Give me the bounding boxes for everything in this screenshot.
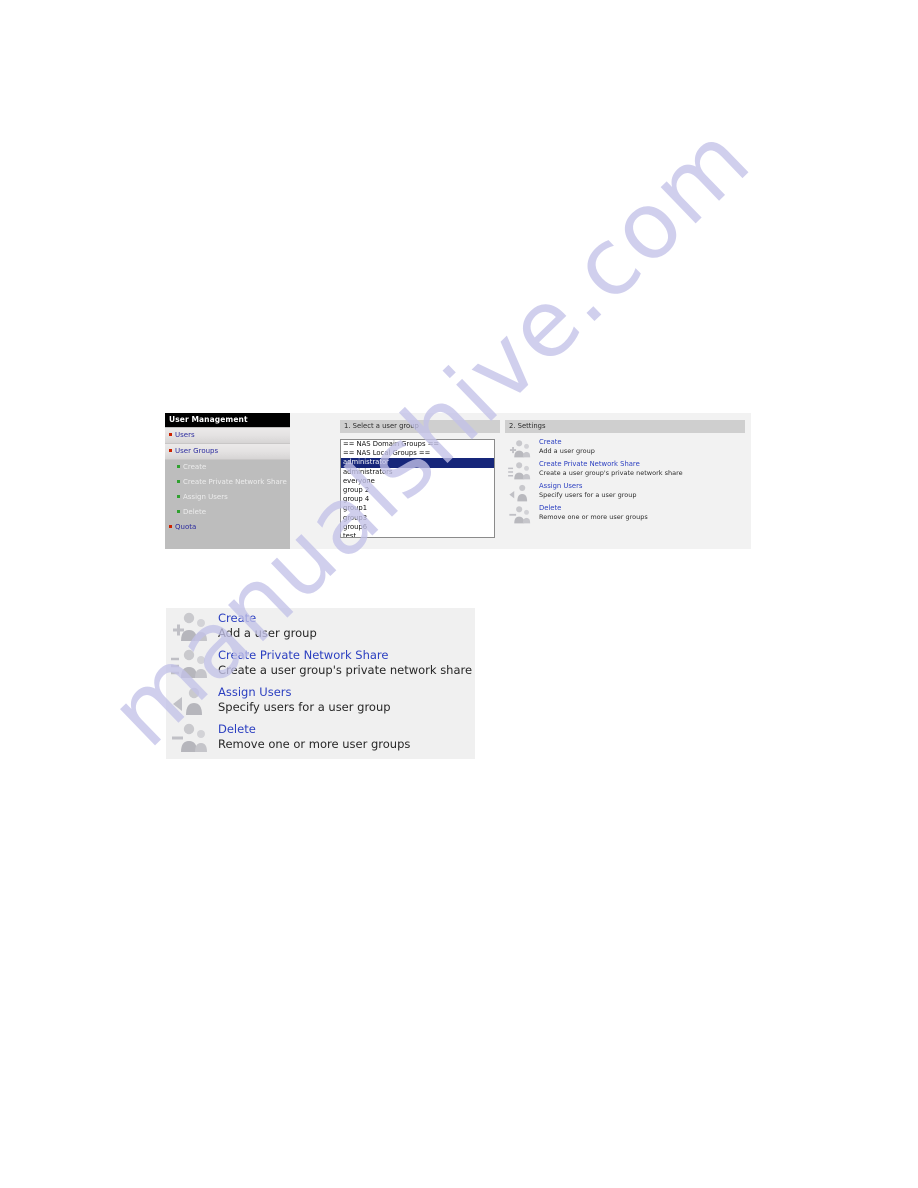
settings-action-desc: Specify users for a user group [539,491,637,499]
settings-action-delete[interactable]: Delete Remove one or more user groups [505,504,745,525]
settings-action-title: Delete [539,504,562,512]
bullet-green-icon [177,494,180,498]
sidebar-item-label: User Groups [175,447,219,455]
settings-action-delete[interactable]: Delete Remove one or more user groups [166,719,475,756]
settings-action-create-private-network-share[interactable]: Create Private Network Share Create a us… [166,645,475,682]
bullet-red-icon [169,432,172,436]
network-share-group-icon [170,648,214,679]
list-item[interactable]: group1 [341,504,494,513]
settings-action-assign-users[interactable]: Assign Users Specify users for a user gr… [505,482,745,503]
list-item[interactable]: test [341,532,494,537]
settings-action-desc: Remove one or more user groups [218,737,411,751]
bullet-green-icon [177,464,180,468]
list-item[interactable]: group3 [341,514,494,523]
add-user-group-icon [507,439,535,458]
add-user-group-icon [170,611,214,642]
sidebar-item-label: Users [175,431,195,439]
settings-action-title: Create [218,611,257,625]
settings-action-desc: Add a user group [539,447,595,455]
sidebar-item-label: Delete [183,508,206,516]
network-share-group-icon [507,461,535,480]
settings-action-desc: Create a user group's private network sh… [218,663,473,677]
sidebar-item-label: Create [183,463,207,471]
settings-action-title: Create Private Network Share [218,648,389,662]
select-user-group-header: 1. Select a user group [340,420,500,433]
user-group-listbox[interactable]: == NAS Domain Groups == == NAS Local Gro… [340,439,495,538]
remove-user-group-icon [507,505,535,524]
sidebar-item-label: Assign Users [183,493,228,501]
settings-action-create[interactable]: Create Add a user group [505,438,745,459]
settings-action-title: Delete [218,722,256,736]
bullet-red-icon [169,524,172,528]
sidebar-title: User Management [165,413,290,427]
settings-action-create[interactable]: Create Add a user group [166,608,475,645]
sidebar-item-create[interactable]: Create [165,460,290,475]
remove-user-group-icon [170,722,214,753]
sidebar: User Management Users User Groups Create… [165,413,290,549]
settings-action-create-private-network-share[interactable]: Create Private Network Share Create a us… [505,460,745,481]
list-item[interactable]: everyone [341,477,494,486]
select-user-group-column: 1. Select a user group == NAS Domain Gro… [340,420,500,538]
sidebar-item-users[interactable]: Users [165,428,290,444]
sidebar-item-assign-users[interactable]: Assign Users [165,490,290,505]
page-watermark: manualshive.com [0,0,918,1188]
bullet-green-icon [177,479,180,483]
sidebar-nav: Users User Groups Create Create Private … [165,427,290,535]
list-item[interactable]: group6 [341,523,494,532]
list-item[interactable]: == NAS Domain Groups == [341,440,494,449]
settings-action-list: Create Add a user group Create Private N… [505,438,745,525]
list-item[interactable]: group 4 [341,495,494,504]
settings-column: 2. Settings Create Add a user group Crea… [505,420,745,526]
settings-header: 2. Settings [505,420,745,433]
assign-users-icon [507,483,535,502]
settings-action-assign-users[interactable]: Assign Users Specify users for a user gr… [166,682,475,719]
user-management-screenshot: User Management Users User Groups Create… [165,413,751,549]
settings-action-title: Create Private Network Share [539,460,640,468]
sidebar-item-user-groups[interactable]: User Groups [165,444,290,460]
sidebar-item-create-private-network-share[interactable]: Create Private Network Share [165,475,290,490]
settings-action-title: Assign Users [218,685,292,699]
list-item-selected[interactable]: administrator [341,458,494,468]
bullet-red-icon [169,448,172,452]
settings-action-desc: Remove one or more user groups [539,513,648,521]
settings-action-desc: Create a user group's private network sh… [539,469,683,477]
sidebar-item-label: Create Private Network Share [183,478,287,486]
settings-action-title: Assign Users [539,482,583,490]
settings-actions-enlarged-screenshot: Create Add a user group Create Private N… [166,608,475,759]
list-item[interactable]: administrators [341,468,494,477]
list-item[interactable]: group 2 [341,486,494,495]
settings-action-title: Create [539,438,562,446]
sidebar-item-delete[interactable]: Delete [165,505,290,520]
settings-action-desc: Specify users for a user group [218,700,391,714]
settings-action-desc: Add a user group [218,626,317,640]
sidebar-item-quota[interactable]: Quota [165,520,290,535]
bullet-green-icon [177,509,180,513]
assign-users-icon [170,685,214,716]
list-item[interactable]: == NAS Local Groups == [341,449,494,458]
sidebar-item-label: Quota [175,523,197,531]
